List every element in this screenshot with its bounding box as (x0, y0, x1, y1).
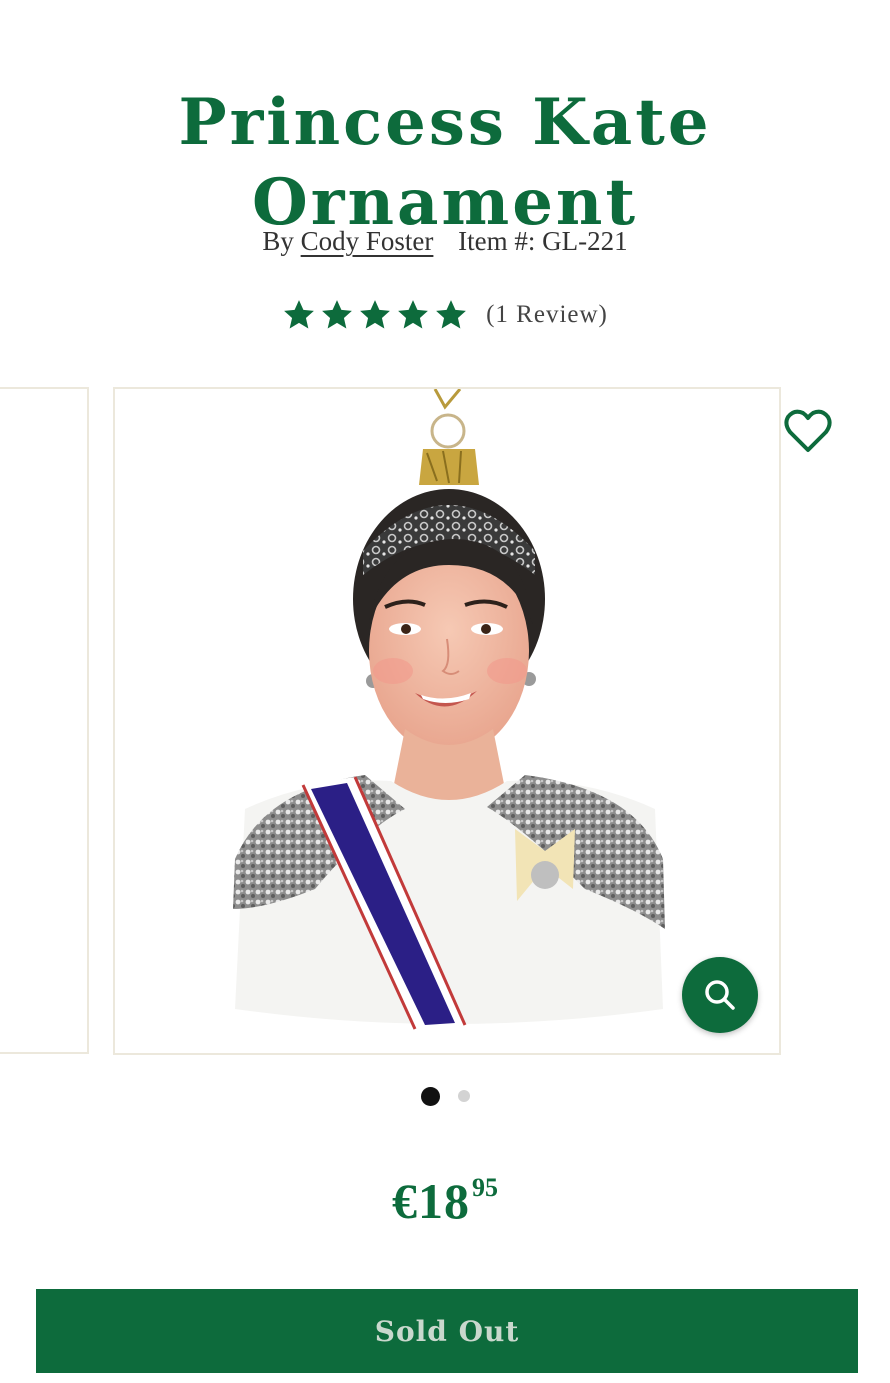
review-count-link[interactable]: (1 Review) (486, 301, 608, 329)
pagination-dot-2[interactable] (457, 1090, 470, 1102)
price-main: €18 (392, 1173, 470, 1229)
product-image-slide[interactable] (113, 387, 781, 1055)
pagination-dot-1[interactable] (420, 1086, 440, 1106)
star-icon (360, 300, 390, 329)
by-label: By (262, 226, 294, 256)
star-icon (322, 300, 352, 329)
heart-icon[interactable] (782, 406, 834, 456)
product-meta: By Cody Foster Item #: GL-221 (0, 226, 890, 257)
gallery-pagination (0, 1086, 890, 1106)
sold-out-button[interactable]: Sold Out (36, 1289, 858, 1373)
product-price: €1895 (0, 1172, 890, 1230)
star-icon (436, 300, 466, 329)
star-icon (398, 300, 428, 329)
previous-slide[interactable] (0, 387, 89, 1054)
product-rating[interactable]: (1 Review) (0, 292, 890, 338)
search-icon (705, 980, 735, 1010)
item-number-label: Item #: (458, 226, 536, 256)
zoom-button[interactable] (682, 957, 758, 1033)
item-number: GL-221 (542, 226, 628, 256)
star-icon (284, 300, 314, 329)
product-title: Princess Kate Ornament (0, 83, 890, 243)
price-cents: 95 (472, 1173, 498, 1202)
product-title-line1: Princess Kate (178, 84, 712, 160)
princess-kate-ornament-image (233, 389, 665, 1030)
brand-link[interactable]: Cody Foster (301, 226, 434, 256)
